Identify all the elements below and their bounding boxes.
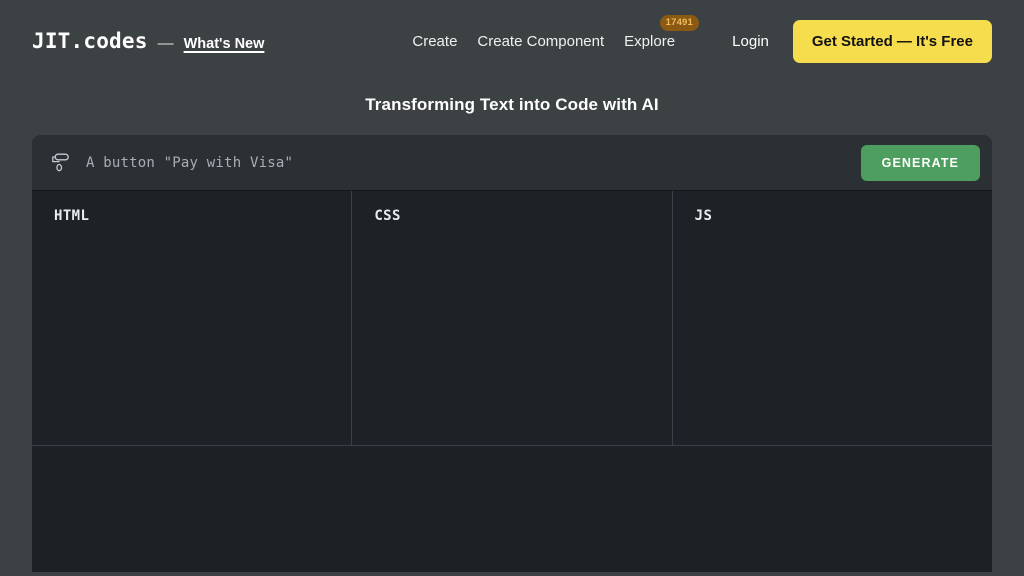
editor-pane-js[interactable]: JS: [672, 191, 992, 445]
paint-roller-icon: [50, 151, 72, 175]
nav-item-create-component[interactable]: Create Component: [477, 31, 604, 52]
explore-count-badge: 17491: [660, 15, 699, 31]
nav-item-label: Create: [412, 33, 457, 50]
prompt-bar: GENERATE: [32, 135, 992, 191]
prompt-input[interactable]: [86, 155, 861, 171]
pane-label-css: CSS: [374, 208, 671, 224]
generate-button[interactable]: GENERATE: [861, 145, 980, 181]
editor-panes: HTML CSS JS: [32, 191, 992, 446]
nav-item-label: Explore: [624, 33, 675, 50]
nav-item-label: Create Component: [477, 33, 604, 50]
login-link[interactable]: Login: [732, 33, 769, 50]
page-title: Transforming Text into Code with AI: [0, 82, 1024, 135]
main-nav: Create Create Component Explore 17491: [412, 31, 675, 52]
site-header: JIT.codes — What's New Create Create Com…: [0, 0, 1024, 82]
editor-shell: GENERATE HTML CSS JS: [32, 135, 992, 572]
nav-item-create[interactable]: Create: [412, 31, 457, 52]
preview-area[interactable]: [32, 446, 992, 572]
header-actions: Login Get Started — It's Free: [732, 20, 992, 63]
pane-label-html: HTML: [54, 208, 351, 224]
get-started-button[interactable]: Get Started — It's Free: [793, 20, 992, 63]
brand-separator: —: [158, 35, 174, 53]
editor-pane-html[interactable]: HTML: [32, 191, 351, 445]
whats-new-link[interactable]: What's New: [184, 36, 265, 52]
nav-item-explore[interactable]: Explore 17491: [624, 31, 675, 52]
pane-label-js: JS: [695, 208, 992, 224]
editor-pane-css[interactable]: CSS: [351, 191, 671, 445]
brand-logo[interactable]: JIT.codes: [32, 29, 148, 53]
brand: JIT.codes — What's New: [32, 29, 264, 53]
